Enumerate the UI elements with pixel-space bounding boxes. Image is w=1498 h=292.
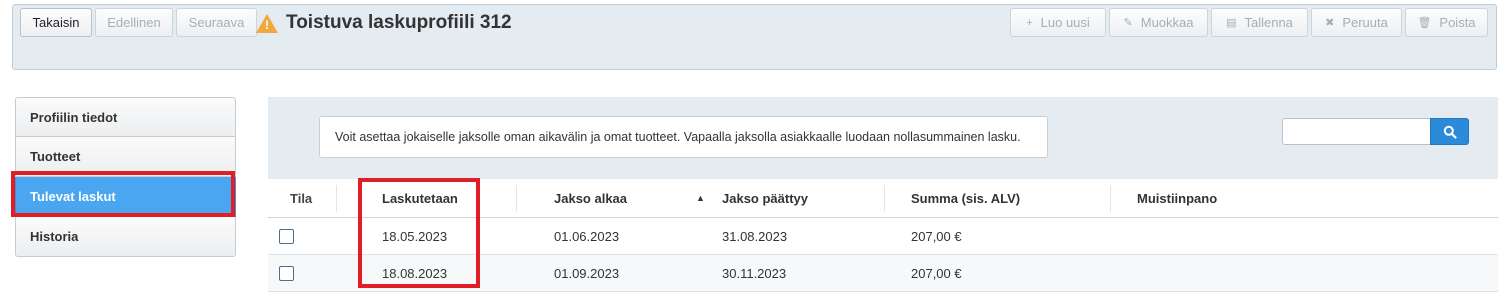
table-header: Tila Laskutetaan Jakso alkaa ▲ Jakso pää…	[268, 179, 1498, 218]
period-end-cell: 30.11.2023	[722, 265, 787, 281]
search-input[interactable]	[1282, 118, 1432, 145]
row-checkbox[interactable]	[279, 229, 294, 244]
column-header-sum[interactable]: Summa (sis. ALV)	[911, 179, 1020, 217]
search-button[interactable]	[1430, 118, 1469, 145]
invoice-table: Tila Laskutetaan Jakso alkaa ▲ Jakso pää…	[268, 179, 1498, 292]
floppy-disk-icon: ▤	[1226, 17, 1237, 29]
period-start-cell: 01.09.2023	[554, 265, 620, 281]
column-header-period-start[interactable]: Jakso alkaa	[554, 179, 627, 217]
close-icon: ✖	[1325, 17, 1335, 29]
row-checkbox[interactable]	[279, 266, 294, 281]
next-button[interactable]: Seuraava	[176, 8, 257, 37]
sidebar: Profiilin tiedot Tuotteet Tulevat laskut…	[15, 97, 236, 257]
table-row[interactable]: 18.08.2023 01.09.2023 30.11.2023 207,00 …	[268, 255, 1498, 292]
sidebar-item-products[interactable]: Tuotteet	[15, 137, 236, 177]
billing-date-cell: 18.05.2023	[382, 228, 448, 244]
create-button[interactable]: + Luo uusi	[1010, 8, 1106, 37]
sum-cell: 207,00 €	[911, 265, 962, 281]
trash-icon: 🗑	[1417, 17, 1432, 29]
cancel-button[interactable]: ✖ Peruuta	[1311, 8, 1402, 37]
search-icon	[1443, 125, 1457, 139]
sidebar-item-profile-info[interactable]: Profiilin tiedot	[15, 97, 236, 137]
billing-date-cell: 18.08.2023	[382, 265, 448, 281]
period-start-cell: 01.06.2023	[554, 228, 620, 244]
save-button[interactable]: ▤ Tallenna	[1211, 8, 1308, 37]
page-header: ! Toistuva laskuprofiili 312	[256, 12, 512, 34]
period-end-cell: 31.08.2023	[722, 228, 788, 244]
info-box: Voit asettaa jokaiselle jaksolle oman ai…	[319, 116, 1048, 158]
column-divider	[884, 185, 885, 212]
column-header-billing-date[interactable]: Laskutetaan	[382, 179, 458, 217]
column-divider	[516, 185, 517, 212]
sum-cell: 207,00 €	[911, 228, 962, 244]
pencil-icon: ✎	[1123, 17, 1133, 29]
column-header-note[interactable]: Muistiinpano	[1137, 179, 1217, 217]
column-header-status[interactable]: Tila	[290, 179, 312, 217]
sidebar-item-history[interactable]: Historia	[15, 217, 236, 257]
previous-button[interactable]: Edellinen	[95, 8, 173, 37]
plus-icon: +	[1026, 16, 1033, 29]
column-divider	[336, 185, 337, 212]
page-title: Toistuva laskuprofiili 312	[286, 12, 512, 33]
warning-icon: !	[256, 13, 278, 33]
column-divider	[1110, 185, 1111, 212]
sidebar-item-upcoming-invoices[interactable]: Tulevat laskut	[15, 177, 236, 217]
back-button[interactable]: Takaisin	[20, 8, 92, 37]
delete-button[interactable]: 🗑 Poista	[1405, 8, 1488, 37]
edit-button[interactable]: ✎ Muokkaa	[1109, 8, 1208, 37]
table-row[interactable]: 18.05.2023 01.06.2023 31.08.2023 207,00 …	[268, 218, 1498, 255]
column-header-period-end[interactable]: Jakso päättyy	[722, 179, 808, 217]
sort-ascending-icon[interactable]: ▲	[696, 179, 705, 217]
